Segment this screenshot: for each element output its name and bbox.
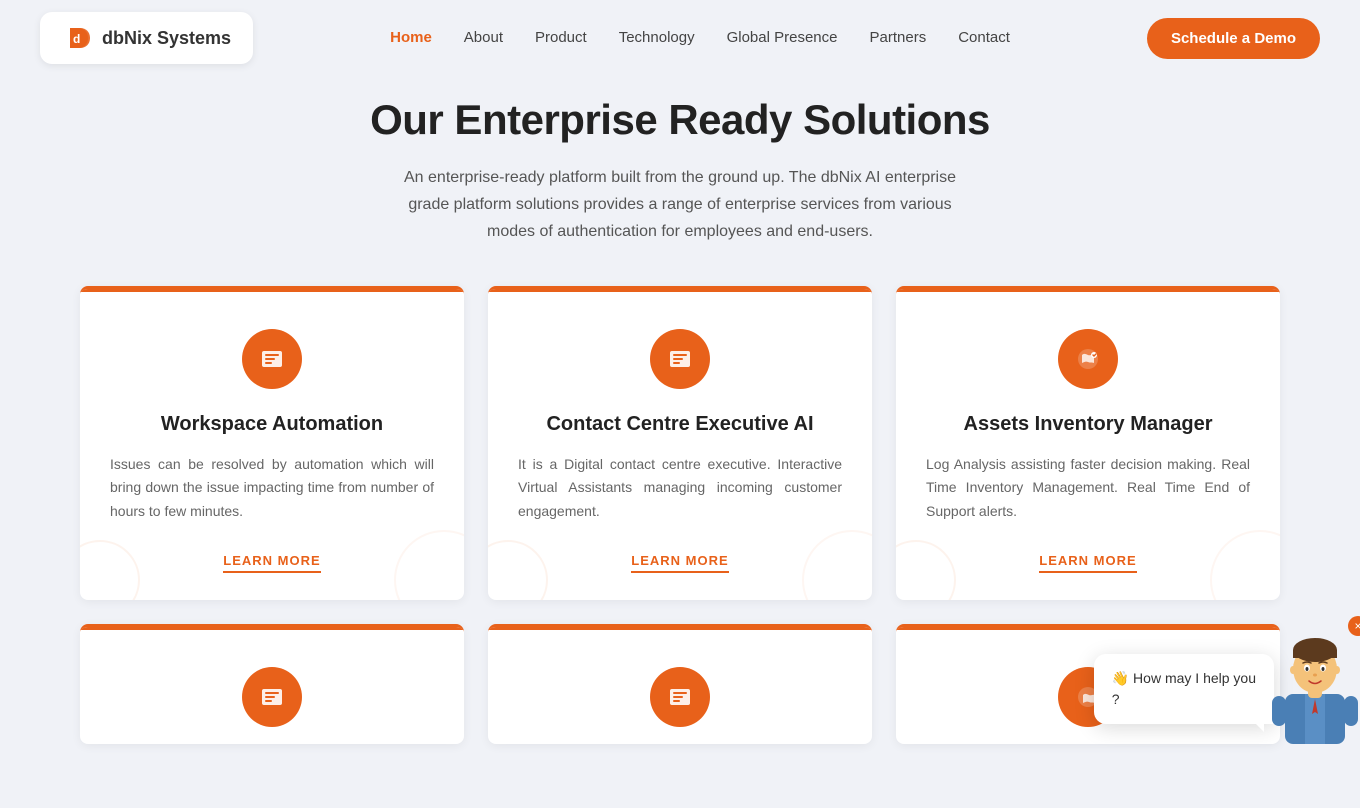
nav-global-presence[interactable]: Global Presence [727,29,838,46]
nav-contact[interactable]: Contact [958,29,1010,46]
nav-technology[interactable]: Technology [619,29,695,46]
chat-bubble-text-line2: ? [1112,691,1120,707]
assets-inventory-title: Assets Inventory Manager [926,411,1250,437]
nav-links: Home About Product Technology Global Pre… [390,29,1010,47]
page-title: Our Enterprise Ready Solutions [80,96,1280,144]
chat-bubble-text-line1: 👋 How may I help you [1112,670,1256,686]
logo-icon: d [62,22,94,54]
bazzlo-icon [650,667,710,727]
contact-centre-title: Contact Centre Executive AI [518,411,842,437]
workspace-automation-desc: Issues can be resolved by automation whi… [110,453,434,524]
card-database-ai: Database AI [80,624,464,744]
contact-centre-learn-more[interactable]: LEARN MORE [631,553,728,573]
card-workspace-automation: Workspace Automation Issues can be resol… [80,286,464,600]
page-subtitle: An enterprise-ready platform built from … [390,164,970,246]
assets-inventory-learn-more[interactable]: LEARN MORE [1039,553,1136,573]
logo-text: dbNix Systems [102,28,231,49]
workspace-automation-learn-more[interactable]: LEARN MORE [223,553,320,573]
nav-home[interactable]: Home [390,29,432,46]
contact-centre-icon [650,329,710,389]
nav-partners[interactable]: Partners [870,29,927,46]
chatbot-avatar-container[interactable]: × [1270,624,1360,744]
navbar: d dbNix Systems Home About Product Techn… [0,0,1360,76]
workspace-automation-title: Workspace Automation [110,411,434,437]
nav-about[interactable]: About [464,29,503,46]
logo[interactable]: d dbNix Systems [40,12,253,64]
database-ai-icon [242,667,302,727]
assets-inventory-icon [1058,329,1118,389]
schedule-demo-button[interactable]: Schedule a Demo [1147,18,1320,59]
assets-inventory-desc: Log Analysis assisting faster decision m… [926,453,1250,524]
cards-row-1: Workspace Automation Issues can be resol… [80,286,1280,600]
contact-centre-desc: It is a Digital contact centre executive… [518,453,842,524]
workspace-automation-icon [242,329,302,389]
chatbot-widget: 👋 How may I help you ? [1094,624,1360,744]
card-contact-centre: Contact Centre Executive AI It is a Digi… [488,286,872,600]
card-assets-inventory: Assets Inventory Manager Log Analysis as… [896,286,1280,600]
svg-text:d: d [73,32,80,46]
chatbot-avatar-svg [1270,624,1360,744]
nav-product[interactable]: Product [535,29,587,46]
chat-bubble: 👋 How may I help you ? [1094,654,1274,724]
card-bazzlo: Bazzlo [488,624,872,744]
